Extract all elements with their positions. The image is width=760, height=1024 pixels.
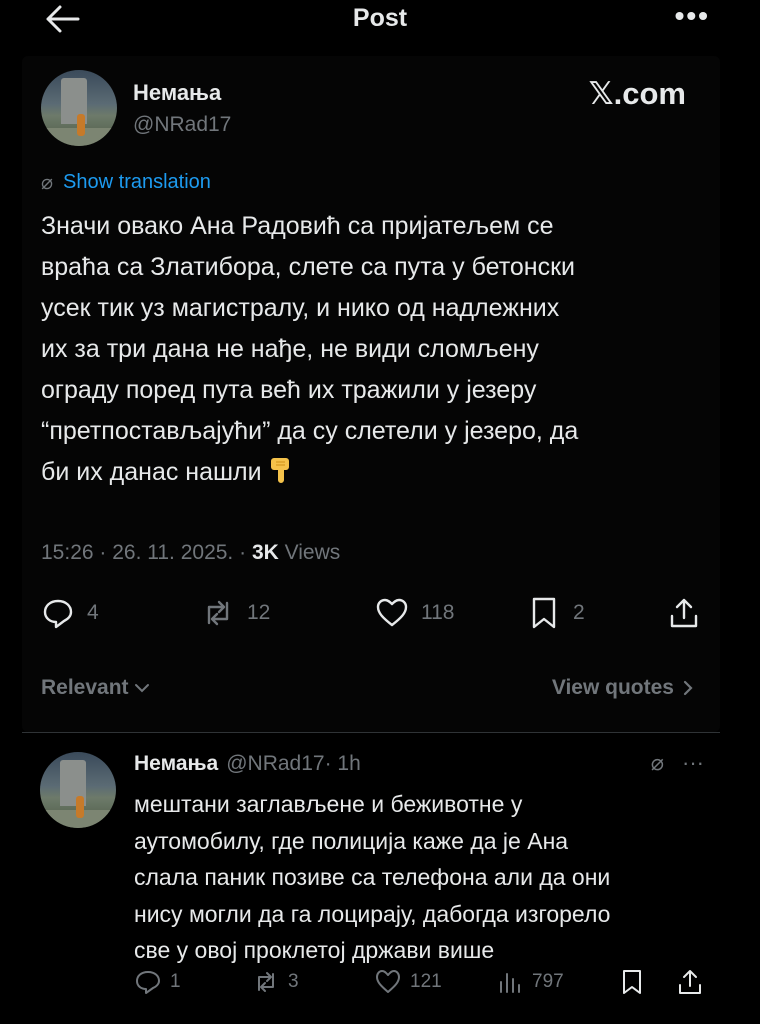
reply-button[interactable]: 4 [41,596,99,630]
view-quotes-label: View quotes [551,676,674,699]
page-title: Post [352,4,408,32]
reply-count: 4 [87,601,99,624]
post-meta: 15:26 · 26. 11. 2025. · 3K Views [41,541,340,565]
reply-author-handle[interactable]: @NRad17· 1h [226,752,361,776]
more-options-icon[interactable]: ••• [675,0,710,32]
bookmark-icon [623,970,641,994]
reply-views-count: 797 [532,971,564,992]
share-icon [670,598,698,628]
translate-icon[interactable]: ⌀ [651,750,664,776]
reply-text: мештани заглављене и беживотне у аутомоб… [134,791,611,963]
post-timestamp: 15:26 · 26. 11. 2025. · [41,541,252,564]
share-button[interactable] [667,596,701,630]
reply-reply-count: 1 [170,971,181,992]
pointing-down-emoji-icon [270,458,289,483]
views-count: 3K [251,541,279,564]
like-count: 118 [421,601,455,624]
reply-repost-button[interactable]: 3 [252,968,299,996]
heart-icon [376,970,400,993]
reply-reply-button[interactable]: 1 [134,968,181,996]
post-card: Немања @NRad17 𝕏.com ⌀ Show translation … [22,56,720,732]
bookmark-count: 2 [573,601,585,624]
heart-icon [376,598,408,627]
chevron-down-icon [134,684,149,693]
repost-icon [258,972,274,992]
reply-time: · 1h [324,752,361,775]
translate-label: Show translation [63,171,211,193]
top-bar: Post ••• [0,0,760,40]
reply-like-count: 121 [410,971,442,992]
view-quotes-link[interactable]: View quotes [552,676,696,700]
reply-more-icon[interactable]: ··· [682,750,704,776]
bookmark-button[interactable]: 2 [527,596,585,630]
reply-author-name[interactable]: Немања [134,752,218,776]
share-icon [679,970,701,994]
post-text: Значи овако Ана Радовић са пријатељем се… [41,206,701,493]
reply-bookmark-button[interactable] [618,968,646,996]
repost-count: 12 [247,601,271,624]
reply-actions: 1 3 121 797 [134,968,704,998]
divider [22,732,720,733]
reply-icon [43,599,73,629]
author-handle[interactable]: @NRad17 [133,113,231,137]
reply-share-button[interactable] [676,968,704,996]
reply-avatar[interactable] [40,752,116,828]
reply-repost-count: 3 [288,971,299,992]
repost-button[interactable]: 12 [201,596,270,630]
reply-like-button[interactable]: 121 [374,968,442,996]
analytics-icon [500,973,520,993]
post-body: Значи овако Ана Радовић са пријатељем се… [41,212,579,486]
reply-views-button[interactable]: 797 [496,968,564,996]
show-translation-link[interactable]: ⌀ Show translation [41,170,211,195]
reply-header-icons: ⌀ ··· [651,750,704,776]
post-actions: 4 12 118 2 [41,596,701,632]
like-button[interactable]: 118 [375,596,454,630]
sort-relevant-dropdown[interactable]: Relevant [41,676,151,700]
translate-icon: ⌀ [41,172,54,194]
chevron-right-icon [683,680,693,696]
repost-icon [207,600,229,626]
reply-header: Немања @NRad17· 1h [134,752,361,776]
reply-handle-text: @NRad17 [226,752,325,775]
avatar[interactable] [41,70,117,146]
author-name[interactable]: Немања [133,80,221,106]
bookmark-icon [532,597,556,629]
sort-label: Relevant [41,676,129,699]
reply-icon [136,971,160,994]
x-watermark: 𝕏.com [588,76,686,111]
views-label: Views [278,541,341,564]
